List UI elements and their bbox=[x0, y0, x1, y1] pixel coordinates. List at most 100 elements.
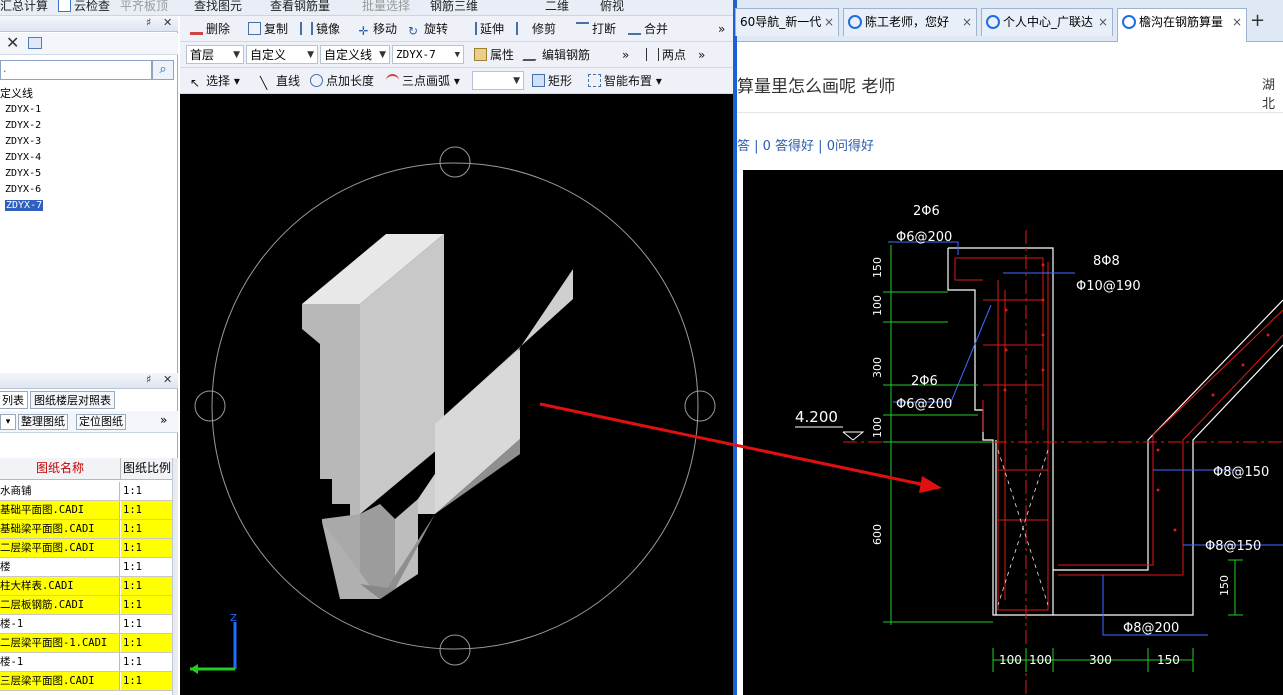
table-row[interactable]: 楼-1 1:1 bbox=[0, 615, 172, 634]
orbit-handle-right[interactable] bbox=[684, 390, 716, 422]
tree-item[interactable]: ZDYX-5 bbox=[0, 166, 176, 182]
drawing-name-cell: 二层梁平面图.CADI bbox=[0, 539, 120, 557]
orbit-handle-top[interactable] bbox=[439, 146, 471, 178]
close-icon[interactable]: ✕ bbox=[163, 373, 172, 386]
view-rebar-button[interactable]: 查看钢筋量 bbox=[270, 0, 330, 14]
ie-icon bbox=[986, 15, 1000, 29]
line-icon: ╲ bbox=[260, 76, 268, 90]
select-button[interactable]: ↖ 选择 ▾ bbox=[190, 72, 240, 90]
delete-label: 删除 bbox=[206, 22, 231, 36]
top-view-dropdown[interactable]: 俯视 bbox=[600, 0, 624, 14]
cloud-check-button[interactable]: 云检查 bbox=[58, 0, 110, 14]
col-drawing-scale[interactable]: 图纸比例 bbox=[123, 458, 171, 480]
copy-button[interactable]: 复制 bbox=[248, 20, 288, 38]
dropdown-arrow-icon[interactable]: ▾ bbox=[0, 414, 16, 430]
table-row[interactable]: 基础平面图.CADI 1:1 bbox=[0, 501, 172, 520]
grid-icon bbox=[588, 74, 601, 87]
more-icon[interactable]: » bbox=[698, 46, 705, 64]
edit-rebar-button[interactable]: 编辑钢筋 bbox=[522, 46, 590, 64]
close-icon[interactable]: × bbox=[962, 9, 972, 35]
search-icon[interactable]: ⌕ bbox=[152, 60, 174, 80]
more-icon[interactable]: » bbox=[622, 46, 629, 64]
more-icon[interactable]: » bbox=[718, 20, 725, 38]
trim-button[interactable]: 修剪 bbox=[516, 20, 556, 38]
tree-item-selected[interactable]: ZDYX-7 bbox=[5, 200, 44, 211]
organize-drawings-button[interactable]: 整理图纸 bbox=[18, 414, 68, 430]
extend-button[interactable]: 延伸 bbox=[464, 20, 504, 38]
tree-item[interactable]: ZDYX-4 bbox=[0, 150, 176, 166]
browser-tab[interactable]: 个人中心_广联达 × bbox=[981, 8, 1113, 36]
3d-viewport[interactable]: Z bbox=[180, 94, 734, 695]
move-button[interactable]: ✛ 移动 bbox=[357, 20, 397, 38]
table-row[interactable]: 柱大样表.CADI 1:1 bbox=[0, 577, 172, 596]
table-row[interactable]: 楼-1 1:1 bbox=[0, 653, 172, 672]
arc-button[interactable]: 三点画弧 ▾ bbox=[386, 72, 460, 90]
property-button[interactable]: 属性 bbox=[474, 46, 514, 64]
tree-item[interactable]: ZDYX-2 bbox=[0, 118, 176, 134]
break-button[interactable]: 打断 bbox=[576, 20, 616, 38]
tab-title: 檐沟在钢筋算量 bbox=[1139, 15, 1224, 29]
close-icon[interactable]: ✕ bbox=[163, 16, 172, 29]
delete-button[interactable]: 删除 bbox=[190, 20, 230, 38]
smart-place-button[interactable]: 智能布置 ▾ bbox=[588, 72, 662, 90]
table-row[interactable]: 水商铺 1:1 bbox=[0, 482, 172, 501]
orbit-handle-left[interactable] bbox=[194, 390, 226, 422]
batch-select-button[interactable]: 批量选择 bbox=[362, 0, 410, 14]
table-row[interactable]: 三层梁平面图.CADI 1:1 bbox=[0, 672, 172, 691]
rotate-button[interactable]: ↻ 旋转 bbox=[408, 20, 448, 38]
close-icon[interactable]: × bbox=[824, 9, 834, 35]
arc-mode-select[interactable]: ▼ bbox=[472, 71, 524, 90]
merge-button[interactable]: 合并 bbox=[628, 20, 668, 38]
level-top-button[interactable]: 平齐板顶 bbox=[120, 0, 168, 14]
tab-list[interactable]: 列表 bbox=[0, 391, 28, 409]
element-select[interactable]: ZDYX-7 ▼ bbox=[392, 45, 464, 64]
browser-tab[interactable]: 陈工老师，您好 × bbox=[843, 8, 977, 36]
find-element-button[interactable]: 查找图元 bbox=[194, 0, 242, 14]
mirror-button[interactable]: 镜像 bbox=[300, 20, 340, 38]
rotate-label: 旋转 bbox=[424, 22, 449, 36]
tree-item[interactable]: ZDYX-1 bbox=[0, 102, 176, 118]
browser-tab[interactable]: 60导航_新一代 × bbox=[735, 8, 839, 36]
view-2d-dropdown[interactable]: 二维 bbox=[545, 0, 569, 14]
close-icon[interactable]: × bbox=[1098, 9, 1108, 35]
grid-scrollbar[interactable] bbox=[172, 458, 178, 695]
copy-icon[interactable] bbox=[28, 37, 42, 49]
top-menu-strip: 汇总计算 云检查 平齐板顶 查找图元 查看钢筋量 批量选择 钢筋三维 二维 俯视 bbox=[0, 0, 735, 16]
table-row[interactable]: 基础梁平面图.CADI 1:1 bbox=[0, 520, 172, 539]
table-row[interactable]: 二层梁平面图.CADI 1:1 bbox=[0, 539, 172, 558]
delete-icon[interactable]: ✕ bbox=[6, 33, 19, 52]
locate-drawing-button[interactable]: 定位图纸 bbox=[76, 414, 126, 430]
pin-icon[interactable]: ♯ bbox=[146, 16, 151, 29]
close-icon[interactable]: × bbox=[1232, 9, 1242, 35]
main-toolbar: 删除 复制 镜像 ✛ 移动 ↻ 旋转 延伸 修剪 打断 合并 » 首层 ▼ 自定义 ▼ … bbox=[180, 16, 734, 94]
point-length-button[interactable]: 点加长度 bbox=[310, 72, 374, 90]
browser-tab-active[interactable]: 檐沟在钢筋算量 × bbox=[1117, 8, 1247, 42]
gutter-3d-model[interactable] bbox=[302, 234, 573, 599]
pin-icon[interactable]: ♯ bbox=[146, 373, 151, 386]
more-icon[interactable]: » bbox=[160, 413, 167, 427]
category-select[interactable]: 自定义 ▼ bbox=[246, 45, 318, 64]
table-row[interactable]: 二层梁平面图-1.CADI 1:1 bbox=[0, 634, 172, 653]
line-button[interactable]: ╲ 直线 bbox=[260, 72, 300, 90]
two-points-button[interactable]: 两点 bbox=[646, 46, 686, 64]
summary-calc-button[interactable]: 汇总计算 bbox=[0, 0, 48, 14]
orbit-handle-bottom[interactable] bbox=[439, 634, 471, 666]
rebar-3d-button[interactable]: 钢筋三维 bbox=[430, 0, 478, 14]
question-image[interactable]: 2Φ6 Φ6@200 8Φ8 Φ10@190 2Φ6 Φ6@200 4.200 … bbox=[743, 170, 1283, 695]
rect-button[interactable]: 矩形 bbox=[532, 72, 572, 90]
answer-stats[interactable]: 答 | 0 答得好 | 0问得好 bbox=[737, 135, 874, 154]
mirror-label: 镜像 bbox=[316, 22, 341, 36]
col-drawing-name[interactable]: 图纸名称 bbox=[0, 458, 121, 480]
search-input[interactable]: . bbox=[0, 60, 152, 80]
floor-select[interactable]: 首层 ▼ bbox=[186, 45, 244, 64]
location-text: 湖北 bbox=[1262, 78, 1276, 112]
tree-root[interactable]: 定义线 bbox=[0, 86, 176, 102]
rebar-lines bbox=[954, 257, 1283, 611]
tab-floor-map[interactable]: 图纸楼层对照表 bbox=[30, 391, 115, 409]
type-select[interactable]: 自定义线 ▼ bbox=[320, 45, 390, 64]
new-tab-button[interactable]: + bbox=[1250, 10, 1265, 31]
tree-item[interactable]: ZDYX-6 bbox=[0, 182, 176, 198]
tree-item[interactable]: ZDYX-3 bbox=[0, 134, 176, 150]
table-row[interactable]: 楼 1:1 bbox=[0, 558, 172, 577]
table-row[interactable]: 二层板钢筋.CADI 1:1 bbox=[0, 596, 172, 615]
